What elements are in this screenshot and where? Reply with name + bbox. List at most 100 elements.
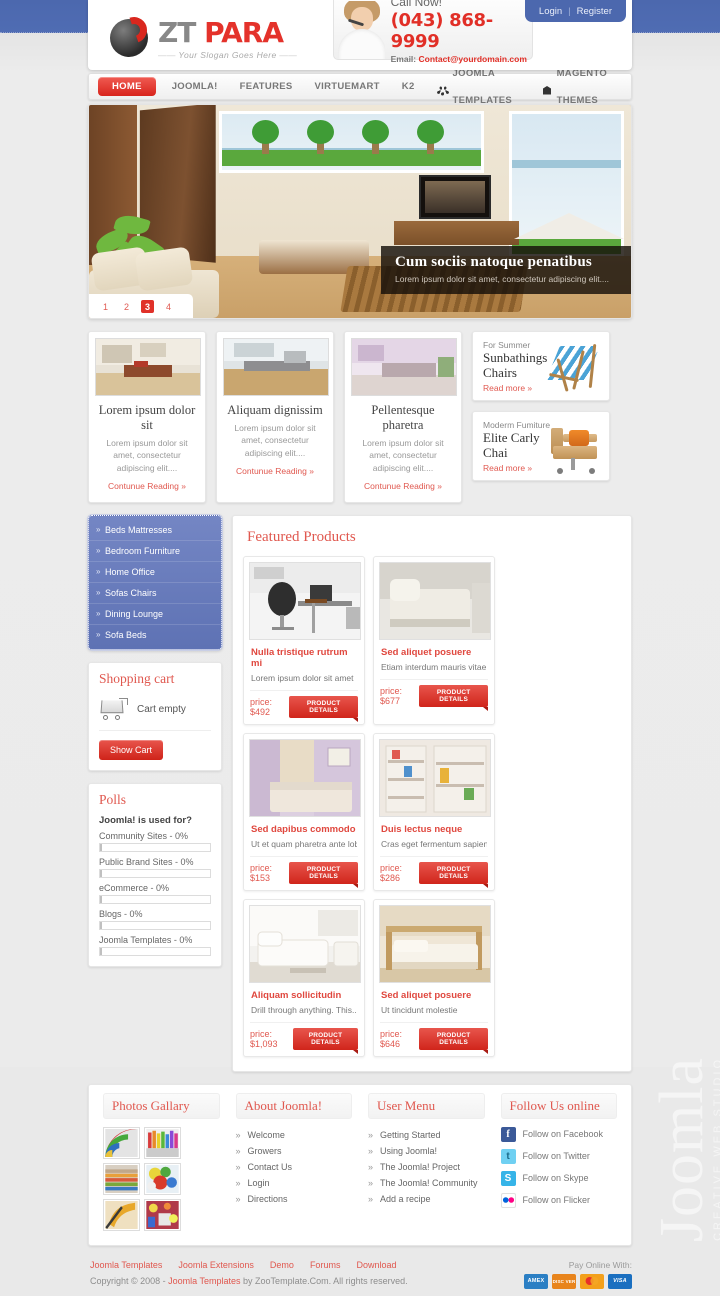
email-line: Email: Contact@yourdomain.com bbox=[391, 54, 532, 64]
menu-item-bedroom-furniture[interactable]: Bedroom Furniture bbox=[89, 541, 221, 562]
hero-slideshow[interactable]: Cum sociis natoque penatibus Lorem ipsum… bbox=[88, 104, 632, 319]
side-promo-read-more[interactable]: Read more » bbox=[483, 463, 532, 473]
product-description: Cras eget fermentum sapien bbox=[381, 839, 487, 850]
social-link-twitter[interactable]: t Follow on Twitter bbox=[501, 1149, 618, 1164]
nav-item-home[interactable]: HOME bbox=[98, 77, 156, 96]
footer-module-follow-us-online: Follow Us online f Follow on Facebook t … bbox=[493, 1093, 626, 1231]
gallery-thumb[interactable] bbox=[103, 1163, 140, 1195]
product-details-button[interactable]: PRODUCT DETAILS bbox=[419, 685, 488, 707]
login-separator: | bbox=[568, 6, 570, 17]
gallery-thumb[interactable] bbox=[144, 1127, 181, 1159]
copyright-link[interactable]: Joomla Templates bbox=[168, 1276, 240, 1286]
footer-link-growers[interactable]: Growers bbox=[236, 1143, 353, 1159]
menu-item-sofa-beds[interactable]: Sofa Beds bbox=[89, 625, 221, 645]
show-cart-button[interactable]: Show Cart bbox=[99, 740, 163, 760]
slide-page-4[interactable]: 4 bbox=[162, 300, 175, 313]
bottom-link-download[interactable]: Download bbox=[356, 1260, 396, 1270]
side-promo-title: Sunbathings Chairs bbox=[483, 351, 553, 381]
product-details-button[interactable]: PRODUCT DETAILS bbox=[289, 696, 358, 718]
footer-link-getting-started[interactable]: Getting Started bbox=[368, 1127, 485, 1143]
promo-continue-link[interactable]: Contunue Reading » bbox=[236, 466, 314, 476]
footer-link-joomla-project[interactable]: The Joomla! Project bbox=[368, 1159, 485, 1175]
product-details-button[interactable]: PRODUCT DETAILS bbox=[419, 862, 488, 884]
bottom-link-demo[interactable]: Demo bbox=[270, 1260, 294, 1270]
shopping-cart-title: Shopping cart bbox=[99, 671, 211, 687]
promo-title: Pellentesque pharetra bbox=[351, 403, 455, 433]
slide-caption-title: Cum sociis natoque penatibus bbox=[395, 254, 617, 271]
slide-page-1[interactable]: 1 bbox=[99, 300, 112, 313]
menu-item-sofas-chairs[interactable]: Sofas Chairs bbox=[89, 583, 221, 604]
product-grid: Nulla tristique rutrum mi Lorem ipsum do… bbox=[243, 556, 621, 1057]
footer-link-joomla-community[interactable]: The Joomla! Community bbox=[368, 1175, 485, 1191]
product-price: price: $677 bbox=[380, 686, 419, 706]
gallery-thumb[interactable] bbox=[144, 1163, 181, 1195]
footer-link-list: Getting Started Using Joomla! The Joomla… bbox=[368, 1127, 485, 1207]
social-link-flickr[interactable]: Follow on Flicker bbox=[501, 1193, 618, 1208]
logo-slogan: Your Slogan Goes Here bbox=[158, 50, 297, 60]
login-link[interactable]: Login bbox=[539, 6, 562, 17]
poll-bar bbox=[99, 869, 211, 878]
product-card[interactable]: Sed aliquet posuere Etiam interdum mauri… bbox=[373, 556, 495, 725]
gallery-thumb[interactable] bbox=[144, 1199, 181, 1231]
featured-products-title: Featured Products bbox=[247, 529, 621, 546]
promo-card: Lorem ipsum dolor sit Lorem ipsum dolor … bbox=[88, 331, 206, 503]
footer-link-add-a-recipe[interactable]: Add a recipe bbox=[368, 1191, 485, 1207]
social-link-facebook[interactable]: f Follow on Facebook bbox=[501, 1127, 618, 1142]
register-link[interactable]: Register bbox=[577, 6, 612, 17]
site-header: ZT PARA Your Slogan Goes Here Call Now! … bbox=[88, 0, 632, 70]
product-card[interactable]: Nulla tristique rutrum mi Lorem ipsum do… bbox=[243, 556, 365, 725]
bottom-link-joomla-extensions[interactable]: Joomla Extensions bbox=[178, 1260, 254, 1270]
menu-item-home-office[interactable]: Home Office bbox=[89, 562, 221, 583]
product-name: Nulla tristique rutrum mi bbox=[251, 647, 357, 669]
promo-text: Lorem ipsum dolor sit amet, consectetur … bbox=[351, 437, 455, 474]
slide-page-2[interactable]: 2 bbox=[120, 300, 133, 313]
footer-link-directions[interactable]: Directions bbox=[236, 1191, 353, 1207]
gallery-thumb[interactable] bbox=[103, 1127, 140, 1159]
nav-item-joomla-templates[interactable]: JOOMLA TEMPLATES bbox=[426, 73, 530, 100]
nav-item-features[interactable]: FEATURES bbox=[229, 73, 304, 100]
poll-bar bbox=[99, 895, 211, 904]
slide-page-3[interactable]: 3 bbox=[141, 300, 154, 313]
photo-gallery bbox=[103, 1127, 220, 1231]
footer-link-welcome[interactable]: Welcome bbox=[236, 1127, 353, 1143]
footer-link-login[interactable]: Login bbox=[236, 1175, 353, 1191]
menu-item-beds-mattresses[interactable]: Beds Mattresses bbox=[89, 520, 221, 541]
side-promo-read-more[interactable]: Read more » bbox=[483, 383, 532, 393]
promo-continue-link[interactable]: Contunue Reading » bbox=[108, 481, 186, 491]
product-card[interactable]: Duis lectus neque Cras eget fermentum sa… bbox=[373, 733, 495, 891]
discover-card-icon: DISC VER bbox=[552, 1274, 576, 1289]
office-chair-icon bbox=[547, 420, 605, 476]
nav-item-virtuemart[interactable]: VIRTUEMART bbox=[304, 73, 391, 100]
product-details-button[interactable]: PRODUCT DETAILS bbox=[419, 1028, 488, 1050]
bottom-link-joomla-templates[interactable]: Joomla Templates bbox=[90, 1260, 162, 1270]
product-card[interactable]: Aliquam sollicitudin Drill through anyth… bbox=[243, 899, 365, 1057]
footer-link-using-joomla[interactable]: Using Joomla! bbox=[368, 1143, 485, 1159]
nav-item-magento-themes[interactable]: MAGENTO THEMES bbox=[530, 73, 627, 100]
bottom-link-forums[interactable]: Forums bbox=[310, 1260, 341, 1270]
side-promo-elite-carly-chai: Moderm Fumiture Elite Carly Chai Read mo… bbox=[472, 411, 610, 481]
side-promo-title: Elite Carly Chai bbox=[483, 431, 553, 461]
facebook-icon: f bbox=[501, 1127, 516, 1142]
product-card[interactable]: Sed aliquet posuere Ut tincidunt molesti… bbox=[373, 899, 495, 1057]
product-details-button[interactable]: PRODUCT DETAILS bbox=[293, 1028, 358, 1050]
email-address[interactable]: Contact@yourdomain.com bbox=[419, 54, 527, 64]
site-logo[interactable]: ZT PARA Your Slogan Goes Here bbox=[110, 16, 297, 60]
gallery-thumb[interactable] bbox=[103, 1199, 140, 1231]
nav-item-joomla[interactable]: JOOMLA! bbox=[161, 73, 229, 100]
nav-item-k2[interactable]: K2 bbox=[391, 73, 426, 100]
side-promo-column: For Summer Sunbathings Chairs Read more … bbox=[472, 331, 610, 503]
promo-title: Lorem ipsum dolor sit bbox=[95, 403, 199, 433]
social-link-skype[interactable]: S Follow on Skype bbox=[501, 1171, 618, 1186]
product-card[interactable]: Sed dapibus commodo Ut et quam pharetra … bbox=[243, 733, 365, 891]
poll-option-label: Blogs - 0% bbox=[99, 909, 211, 919]
product-image bbox=[379, 562, 491, 640]
promo-continue-link[interactable]: Contunue Reading » bbox=[364, 481, 442, 491]
footer-link-contact-us[interactable]: Contact Us bbox=[236, 1159, 353, 1175]
product-description: Drill through anything. This... bbox=[251, 1005, 357, 1016]
footer-module-title: Follow Us online bbox=[501, 1093, 618, 1119]
watermark: Joomla CREATIVE WEB STUDIO bbox=[647, 1057, 720, 1242]
product-details-button[interactable]: PRODUCT DETAILS bbox=[289, 862, 358, 884]
menu-item-dining-lounge[interactable]: Dining Lounge bbox=[89, 604, 221, 625]
footer-module-title: User Menu bbox=[368, 1093, 485, 1119]
product-price: price: $492 bbox=[250, 697, 289, 717]
